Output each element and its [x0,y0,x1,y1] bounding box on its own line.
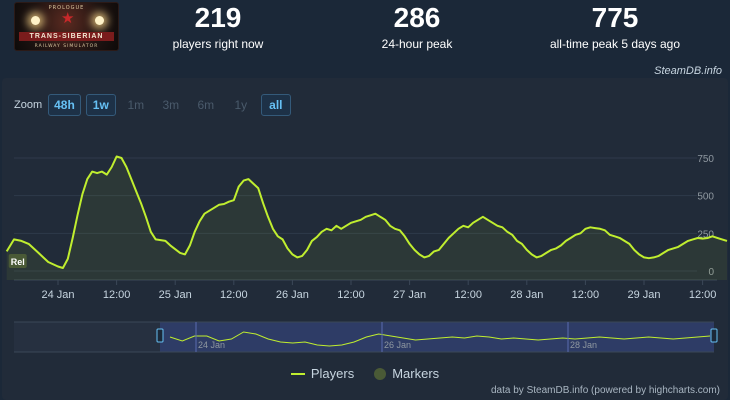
x-tick-label: 29 Jan [627,289,660,301]
legend-players-label: Players [310,366,355,381]
y-tick-label: 500 [697,192,714,203]
x-tick-label: 27 Jan [393,289,426,301]
legend-markers-label: Markers [392,366,440,381]
x-tick-label: 12:00 [572,289,600,301]
x-tick-label: 25 Jan [159,289,192,301]
navigator-date-label: 28 Jan [570,340,597,350]
legend-players[interactable]: Players [290,366,355,381]
legend-markers-swatch [374,367,387,380]
x-tick-label: 12:00 [220,289,248,301]
legend-markers[interactable]: Markers [374,366,439,381]
release-marker-label: Rel [11,257,25,267]
x-tick-label: 28 Jan [510,289,543,301]
navigator-selection[interactable] [160,322,714,352]
x-tick-label: 12:00 [689,289,717,301]
navigator-date-label: 24 Jan [198,340,225,350]
players-chart[interactable]: 025050075024 Jan12:0025 Jan12:0026 Jan12… [0,0,730,400]
navigator-left-handle[interactable] [156,328,164,343]
legend-players-swatch [290,372,305,375]
x-tick-label: 12:00 [337,289,365,301]
players-series-area [6,156,727,280]
x-tick-label: 12:00 [454,289,482,301]
x-tick-label: 26 Jan [276,289,309,301]
x-tick-label: 24 Jan [41,289,74,301]
navigator-date-label: 26 Jan [384,340,411,350]
chart-legend: Players Markers [0,366,730,381]
highcharts-credit[interactable]: data by SteamDB.info (powered by highcha… [491,385,720,396]
navigator-outside [14,322,160,352]
y-tick-label: 750 [697,154,714,165]
navigator-right-handle[interactable] [710,328,718,343]
x-tick-label: 12:00 [103,289,131,301]
